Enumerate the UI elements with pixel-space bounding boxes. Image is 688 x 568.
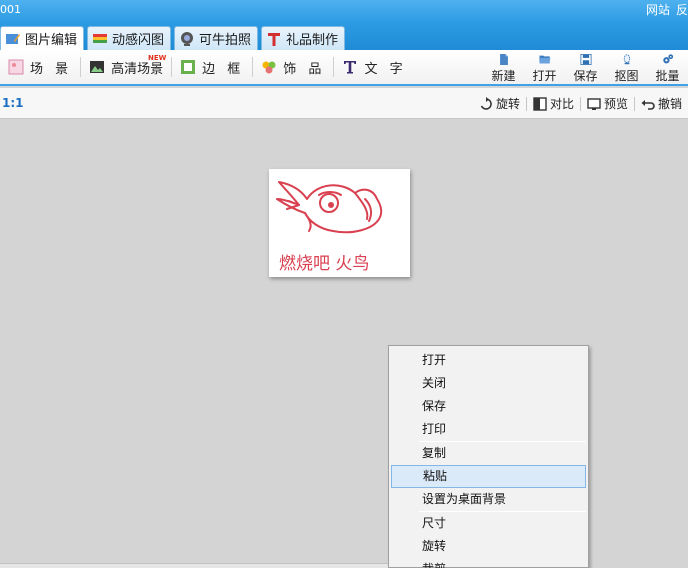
menu-item-open[interactable]: 打开: [389, 349, 588, 372]
decoration-icon: [261, 59, 277, 75]
batch-button[interactable]: 批量: [647, 52, 688, 84]
tab-camera[interactable]: 可牛拍照: [174, 26, 259, 50]
undo-button[interactable]: 撤销: [635, 95, 688, 112]
rotate-label: 旋转: [495, 97, 520, 111]
new-badge: NEW: [148, 54, 167, 62]
save-button[interactable]: 保存: [565, 52, 606, 84]
batch-label: 批量: [655, 69, 680, 83]
status-strip: [0, 563, 388, 568]
actual-size-button[interactable]: 1:1: [2, 96, 24, 110]
tab-label: 可牛拍照: [199, 33, 252, 48]
cutout-label: 抠图: [614, 69, 639, 83]
menu-item-crop[interactable]: 裁剪: [389, 558, 588, 568]
open-label: 打开: [532, 69, 557, 83]
picture-edit-icon: [5, 31, 21, 47]
text-label: 文 字: [364, 61, 407, 77]
film-strip-icon: [92, 31, 108, 47]
doodle-caption: 燃烧吧 火鸟: [279, 254, 369, 274]
menu-item-print[interactable]: 打印: [389, 418, 588, 441]
loaded-image[interactable]: 燃烧吧 火鸟: [269, 169, 410, 277]
preview-icon: [587, 97, 601, 110]
save-label: 保存: [573, 69, 598, 83]
tab-flash-gif[interactable]: 动感闪图: [87, 26, 172, 50]
context-menu: 打开 关闭 保存 打印 复制 粘贴 设置为桌面背景 尺寸 旋转 裁剪: [388, 345, 589, 568]
rotate-button[interactable]: 旋转: [473, 95, 526, 112]
tab-label: 礼品制作: [286, 33, 339, 48]
main-tabs: 图片编辑 动感闪图 可牛拍照 礼品制作: [0, 26, 346, 50]
hd-scene-icon: [89, 59, 105, 75]
batch-gear-icon: [662, 54, 673, 64]
file-actions: 新建 打开 保存 抠图 批量: [483, 52, 688, 84]
view-tools: 旋转 对比 预览 撤销: [473, 95, 688, 112]
compare-icon: [533, 96, 547, 111]
tab-picture-edit[interactable]: 图片编辑: [0, 26, 85, 50]
text-button[interactable]: 文 字: [334, 50, 414, 84]
undo-icon: [641, 99, 655, 110]
cutout-icon: [623, 54, 630, 65]
open-folder-icon: [539, 55, 550, 64]
preview-label: 预览: [603, 97, 628, 111]
title-bar: 001 网站 反 图片编辑 动感闪图 可牛拍照 礼品制作: [0, 0, 688, 50]
compare-button[interactable]: 对比: [527, 95, 580, 112]
scene-button[interactable]: 场 景: [0, 50, 80, 84]
top-link-website[interactable]: 网站: [646, 1, 670, 18]
menu-item-save[interactable]: 保存: [389, 395, 588, 418]
decoration-label: 饰 品: [283, 61, 326, 77]
frame-button[interactable]: 边 框: [172, 50, 252, 84]
new-label: 新建: [491, 69, 516, 83]
webcam-icon: [179, 31, 195, 47]
rotate-icon: [480, 96, 492, 110]
frame-icon: [180, 59, 196, 75]
tab-label: 动感闪图: [112, 33, 165, 48]
tab-gift[interactable]: 礼品制作: [261, 26, 346, 50]
text-icon: [342, 59, 358, 75]
scene-label: 场 景: [30, 61, 73, 77]
tab-label: 图片编辑: [25, 33, 78, 48]
open-button[interactable]: 打开: [524, 52, 565, 84]
menu-item-rotate[interactable]: 旋转: [389, 535, 588, 558]
bird-doodle: 燃烧吧 火鸟: [276, 181, 383, 274]
new-button[interactable]: 新建: [483, 52, 524, 84]
menu-item-copy[interactable]: 复制: [389, 442, 588, 465]
window-title: 001: [0, 3, 21, 16]
gift-icon: [266, 31, 282, 47]
new-file-icon: [499, 54, 508, 65]
menu-item-paste[interactable]: 粘贴: [391, 465, 586, 488]
menu-item-close[interactable]: 关闭: [389, 372, 588, 395]
menu-item-size[interactable]: 尺寸: [389, 512, 588, 535]
top-links: 网站 反: [646, 1, 688, 18]
view-toolbar: 1:1 旋转 对比 预览 撤销: [0, 88, 688, 119]
menu-item-set-wallpaper[interactable]: 设置为桌面背景: [389, 488, 588, 511]
cutout-button[interactable]: 抠图: [606, 52, 647, 84]
tool-group: 场 景 高清场景 NEW 边 框 饰 品 文 字: [0, 50, 415, 84]
scene-icon: [8, 59, 24, 75]
top-link-feedback[interactable]: 反: [676, 1, 688, 18]
compare-label: 对比: [549, 97, 574, 111]
save-disk-icon: [580, 54, 591, 65]
frame-label: 边 框: [202, 61, 245, 77]
preview-button[interactable]: 预览: [581, 95, 634, 112]
main-toolbar: 场 景 高清场景 NEW 边 框 饰 品 文 字 新建 打开 保存 抠图 批量: [0, 50, 688, 86]
decoration-button[interactable]: 饰 品: [253, 50, 333, 84]
undo-label: 撤销: [657, 97, 682, 111]
